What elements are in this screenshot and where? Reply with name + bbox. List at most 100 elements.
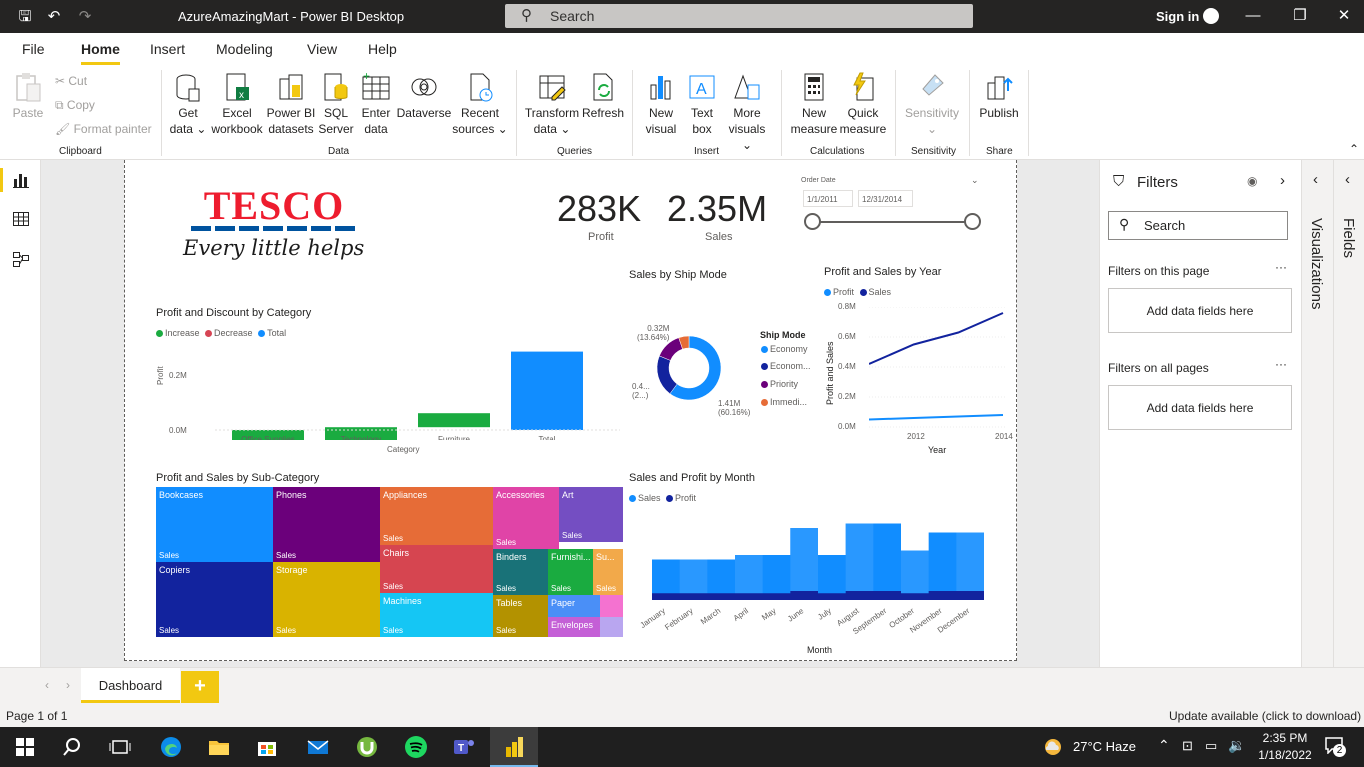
treemap-tile[interactable]: Machines Sales: [380, 593, 493, 637]
file-explorer-icon[interactable]: [207, 735, 231, 759]
treemap-tile[interactable]: [600, 617, 623, 637]
treemap-tile[interactable]: Tables Sales: [493, 595, 548, 637]
search-icon[interactable]: [60, 735, 84, 759]
get-data-button[interactable]: Get data ⌄: [168, 71, 208, 137]
new-visual-button[interactable]: New visual: [641, 71, 681, 137]
format-painter-button[interactable]: 🖌 Format painter: [55, 122, 152, 136]
line-chart[interactable]: [869, 307, 1007, 429]
waterfall-chart[interactable]: Office Supplies Technology Furniture Total: [205, 340, 625, 440]
avatar[interactable]: [1203, 8, 1219, 24]
new-measure-button[interactable]: New measure: [789, 71, 839, 137]
slicer-start-date[interactable]: 1/1/2011: [803, 190, 853, 207]
power-bi-datasets-button[interactable]: Power BI datasets: [266, 71, 316, 137]
prev-page-icon[interactable]: ‹: [45, 678, 49, 692]
treemap-tile[interactable]: Copiers Sales: [156, 562, 273, 637]
update-available-link[interactable]: Update available (click to download): [1169, 709, 1361, 723]
spotify-icon[interactable]: [404, 735, 428, 759]
menu-home[interactable]: Home: [81, 41, 120, 57]
close-button[interactable]: ✕: [1334, 6, 1354, 26]
treemap-tile[interactable]: Appliances Sales: [380, 487, 493, 545]
add-data-fields-all-pages[interactable]: Add data fields here: [1108, 385, 1292, 430]
treemap-tile[interactable]: Chairs Sales: [380, 545, 493, 593]
power-bi-taskbar-item[interactable]: [490, 727, 538, 767]
restore-button[interactable]: ❐: [1290, 6, 1310, 26]
treemap-tile[interactable]: [600, 595, 623, 617]
report-page[interactable]: TESCO Every little helps 283K Profit 2.3…: [124, 160, 1017, 661]
slicer-handle-start[interactable]: [804, 213, 821, 230]
mail-icon[interactable]: [306, 735, 330, 759]
treemap-tile[interactable]: Envelopes: [548, 617, 600, 637]
store-icon[interactable]: [255, 735, 279, 759]
refresh-button[interactable]: Refresh: [581, 71, 625, 121]
sign-in-link[interactable]: Sign in: [1156, 9, 1199, 24]
treemap-chart[interactable]: Bookcases Sales Phones Sales Appliances Sal…: [156, 487, 623, 637]
report-view-icon[interactable]: [12, 171, 30, 189]
weather-icon[interactable]: [1043, 737, 1063, 757]
more-visuals-button[interactable]: More visuals ⌄: [723, 71, 771, 153]
treemap-tile[interactable]: Bookcases Sales: [156, 487, 273, 562]
treemap-tile[interactable]: Paper: [548, 595, 600, 617]
excel-workbook-button[interactable]: x Excel workbook: [209, 71, 265, 137]
slicer-end-date[interactable]: 12/31/2014: [858, 190, 913, 207]
treemap-tile[interactable]: Binders Sales: [493, 549, 548, 595]
visualizations-pane-collapsed[interactable]: ‹ Visualizations: [1301, 160, 1333, 667]
donut-legend-item[interactable]: Priority: [761, 379, 798, 389]
minimize-button[interactable]: —: [1243, 6, 1263, 26]
fields-label[interactable]: Fields: [1340, 218, 1357, 258]
donut-legend-item[interactable]: Immedi...: [761, 397, 807, 407]
weather-text[interactable]: 27°C Haze: [1073, 739, 1136, 754]
utorrent-icon[interactable]: [355, 735, 379, 759]
collapse-ribbon-icon[interactable]: ⌃: [1349, 142, 1359, 156]
treemap-tile[interactable]: Furnishi... Sales: [548, 549, 593, 595]
donut-legend-item[interactable]: Economy: [761, 344, 808, 354]
expand-fields-icon[interactable]: ‹: [1345, 171, 1350, 188]
edge-icon[interactable]: [159, 735, 183, 759]
fields-pane-collapsed[interactable]: ‹ Fields: [1333, 160, 1364, 667]
copy-button[interactable]: ⧉ Copy: [55, 98, 95, 113]
transform-data-button[interactable]: Transform data ⌄: [524, 71, 580, 137]
windows-start-icon[interactable]: [13, 735, 37, 759]
redo-icon[interactable]: ↷: [76, 8, 94, 26]
chevron-up-icon[interactable]: ⌃: [1158, 737, 1170, 754]
add-page-button[interactable]: +: [181, 671, 219, 703]
treemap-tile[interactable]: Phones Sales: [273, 487, 380, 562]
clock-time[interactable]: 2:35 PM: [1256, 731, 1314, 745]
model-view-icon[interactable]: [12, 250, 30, 268]
enter-data-button[interactable]: + Enter data: [358, 71, 394, 137]
menu-insert[interactable]: Insert: [150, 41, 185, 57]
more-options-icon[interactable]: ···: [1275, 357, 1287, 371]
menu-file[interactable]: File: [22, 41, 45, 57]
eye-icon[interactable]: ◉: [1247, 174, 1257, 188]
text-box-button[interactable]: A Text box: [683, 71, 721, 137]
dataverse-button[interactable]: Dataverse: [396, 71, 452, 121]
network-icon[interactable]: ⊡: [1182, 738, 1193, 754]
menu-help[interactable]: Help: [368, 41, 397, 57]
treemap-tile[interactable]: Accessories Sales: [493, 487, 559, 549]
teams-icon[interactable]: T: [452, 735, 476, 759]
more-options-icon[interactable]: ···: [1275, 260, 1287, 274]
quick-measure-button[interactable]: Quick measure: [839, 71, 887, 137]
menu-modeling[interactable]: Modeling: [216, 41, 273, 57]
clock-date[interactable]: 1/18/2022: [1256, 748, 1314, 762]
volume-icon[interactable]: 🔉: [1228, 737, 1245, 754]
filter-search-input[interactable]: ⚲ Search: [1108, 211, 1288, 240]
cut-button[interactable]: ✂ Cut: [55, 74, 87, 88]
expand-visualizations-icon[interactable]: ‹: [1313, 171, 1318, 188]
donut-legend-item[interactable]: Econom...: [761, 361, 811, 371]
data-view-icon[interactable]: [12, 210, 30, 228]
save-icon[interactable]: 🖫: [16, 8, 34, 26]
treemap-tile[interactable]: Art Sales: [559, 487, 623, 542]
collapse-filters-icon[interactable]: ›: [1280, 172, 1285, 189]
treemap-tile[interactable]: Storage Sales: [273, 562, 380, 637]
publish-button[interactable]: Publish: [976, 71, 1022, 121]
area-chart[interactable]: JanuaryFebruary March April May June July Augu…: [629, 522, 1009, 642]
sql-server-button[interactable]: SQL Server: [317, 71, 355, 137]
undo-icon[interactable]: ↶: [45, 8, 63, 26]
page-tab-dashboard[interactable]: Dashboard: [81, 668, 180, 703]
recent-sources-button[interactable]: Recent sources ⌄: [452, 71, 508, 137]
slicer-handle-end[interactable]: [964, 213, 981, 230]
battery-icon[interactable]: ▭: [1205, 738, 1217, 754]
task-view-icon[interactable]: [108, 735, 132, 759]
next-page-icon[interactable]: ›: [66, 678, 70, 692]
title-search-box[interactable]: ⚲ Search: [505, 4, 973, 28]
